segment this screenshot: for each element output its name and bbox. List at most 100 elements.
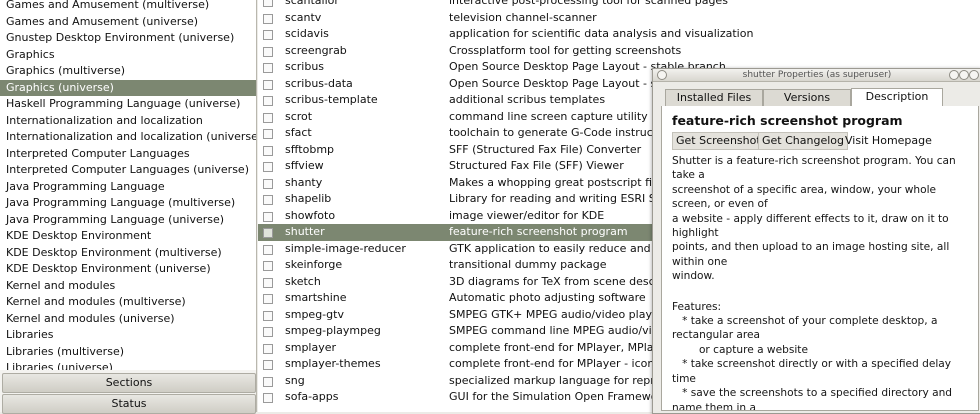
package-checkbox[interactable] [263, 393, 273, 403]
package-row[interactable]: scantv television channel-scanner [258, 10, 980, 27]
package-name: scantailor [285, 0, 339, 7]
description-line: * take a screenshot of your complete des… [672, 315, 941, 342]
package-name: smplayer-themes [285, 357, 381, 370]
category-item[interactable]: Internationalization and localization (u… [0, 129, 256, 146]
category-item[interactable]: Internationalization and localization [0, 113, 256, 130]
category-item[interactable]: Haskell Programming Language (universe) [0, 96, 256, 113]
package-checkbox[interactable] [263, 261, 273, 271]
package-checkbox[interactable] [263, 294, 273, 304]
category-item[interactable]: Graphics (universe) [0, 79, 256, 96]
category-item[interactable]: Libraries [0, 327, 256, 344]
package-name: shapelib [285, 192, 332, 205]
package-name: scribus [285, 60, 325, 73]
description-heading: feature-rich screenshot program [672, 113, 903, 128]
category-item[interactable]: Graphics (multiverse) [0, 63, 256, 80]
package-checkbox[interactable] [263, 211, 273, 222]
package-checkbox[interactable] [263, 360, 273, 370]
package-checkbox[interactable] [263, 129, 273, 139]
package-name: skeinforge [285, 258, 343, 271]
category-item[interactable]: Java Programming Language [0, 179, 256, 196]
package-checkbox[interactable] [263, 13, 273, 24]
package-checkbox[interactable] [263, 244, 273, 255]
package-name: scrot [285, 109, 313, 123]
maximize-icon[interactable] [959, 70, 969, 80]
category-item[interactable]: Kernel and modules (universe) [0, 311, 256, 328]
package-checkbox[interactable] [263, 195, 273, 205]
package-description: transitional dummy package [449, 258, 607, 271]
package-description: toolchain to generate G-Code instruction… [449, 126, 680, 139]
category-item[interactable]: KDE Desktop Environment [0, 228, 256, 245]
minimize-icon[interactable] [949, 70, 959, 80]
category-list[interactable]: Games and Amusement (multiverse) Games an… [0, 0, 256, 370]
package-row[interactable]: screengrab Crossplatform tool for getting… [258, 43, 980, 60]
category-item[interactable]: KDE Desktop Environment (multiverse) [0, 245, 256, 262]
package-name: sfftobmp [285, 142, 335, 156]
description-line: Features: [672, 300, 722, 313]
tab-versions[interactable]: Versions [763, 89, 851, 106]
close-icon[interactable] [969, 70, 979, 80]
package-checkbox[interactable] [263, 310, 273, 321]
package-checkbox[interactable] [263, 327, 273, 337]
package-description: command line screen capture utility [449, 109, 648, 123]
category-item[interactable]: Interpreted Computer Languages [0, 146, 256, 163]
category-item[interactable]: Libraries (multiverse) [0, 344, 256, 361]
category-item[interactable]: Graphics [0, 47, 256, 64]
package-description: SFF (Structured Fax File) Converter [449, 142, 642, 156]
package-checkbox[interactable] [263, 96, 273, 106]
tab-installed-files[interactable]: Installed Files [665, 89, 763, 106]
package-name: scribus-data [285, 76, 353, 90]
category-item[interactable]: KDE Desktop Environment (universe) [0, 261, 256, 278]
package-name: smpeg-plaympeg [285, 324, 381, 337]
package-description: additional scribus templates [449, 93, 606, 106]
category-item[interactable]: Kernel and modules (multiverse) [0, 294, 256, 311]
description-text: Shutter is a feature-rich screenshot pro… [672, 154, 970, 411]
package-checkbox[interactable] [263, 46, 273, 57]
package-checkbox[interactable] [263, 343, 273, 354]
package-description: interactive post-processing tool for sca… [449, 0, 728, 7]
package-row[interactable]: scidavis application for scientific data … [258, 26, 980, 43]
window-titlebar[interactable]: shutter Properties (as superuser) [653, 69, 980, 82]
category-item[interactable]: Interpreted Computer Languages (universe… [0, 162, 256, 179]
package-name: simple-image-reducer [285, 241, 406, 255]
description-line [672, 284, 970, 300]
package-description: Structured Fax File (SFF) Viewer [449, 159, 624, 172]
properties-window: shutter Properties (as superuser) Instal… [652, 68, 980, 414]
description-line: * save the screenshots to a specified di… [672, 387, 956, 411]
package-checkbox[interactable] [263, 0, 273, 7]
package-name: smplayer [285, 340, 337, 354]
package-checkbox[interactable] [263, 178, 273, 189]
get-screenshot-button[interactable]: Get Screenshot [672, 132, 765, 150]
category-item[interactable]: Gnustep Desktop Environment (universe) [0, 30, 256, 47]
package-description: Automatic photo adjusting software [449, 291, 646, 304]
package-row[interactable]: scantailor interactive post-processing to… [258, 0, 980, 10]
visit-homepage-link[interactable]: Visit Homepage [845, 133, 932, 149]
sections-button[interactable]: Sections [2, 373, 256, 393]
package-name: screengrab [285, 43, 347, 57]
description-line: a website - apply different effects to i… [672, 212, 953, 240]
tab-description[interactable]: Description [851, 88, 943, 107]
description-panel: feature-rich screenshot program Get Scre… [661, 106, 979, 411]
package-checkbox[interactable] [263, 228, 273, 238]
description-line: points, and then upload to an image host… [672, 241, 953, 268]
package-checkbox[interactable] [263, 79, 273, 90]
package-name: scantv [285, 10, 322, 24]
window-menu-icon[interactable] [657, 70, 667, 80]
package-checkbox[interactable] [263, 30, 273, 40]
package-checkbox[interactable] [263, 63, 273, 73]
package-checkbox[interactable] [263, 112, 273, 123]
category-item[interactable]: Games and Amusement (universe) [0, 14, 256, 31]
category-item[interactable]: Java Programming Language (multiverse) [0, 195, 256, 212]
get-changelog-button[interactable]: Get Changelog [758, 132, 848, 150]
description-line: screenshot of a specific area, window, y… [672, 183, 940, 211]
status-button[interactable]: Status [2, 394, 256, 414]
package-checkbox[interactable] [263, 277, 273, 288]
category-item[interactable]: Kernel and modules [0, 278, 256, 295]
package-checkbox[interactable] [263, 162, 273, 172]
category-item[interactable]: Libraries (universe) [0, 360, 256, 370]
category-item[interactable]: Games and Amusement (multiverse) [0, 0, 256, 14]
package-checkbox[interactable] [263, 376, 273, 387]
package-checkbox[interactable] [263, 145, 273, 156]
package-name: scidavis [285, 27, 329, 40]
description-line: * take screenshot directly or with a spe… [672, 358, 955, 385]
category-item[interactable]: Java Programming Language (universe) [0, 212, 256, 229]
